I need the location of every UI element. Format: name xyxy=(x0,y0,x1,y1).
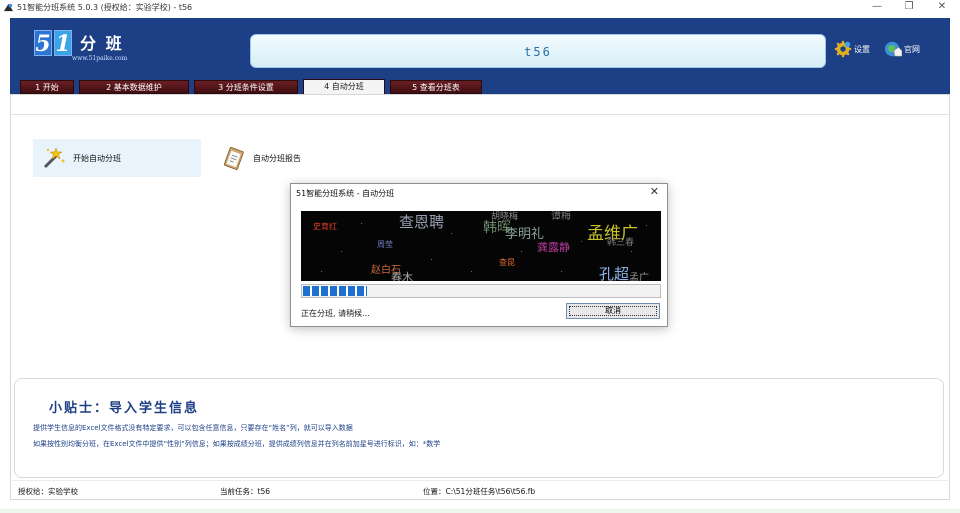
auto-assign-dialog: 51智能分班系统 - 自动分班 ✕ 史育红 查恩聘 胡晓梅 韩晖 李明礼 孟维广 周莹 龚露静… xyxy=(290,183,668,327)
sparkle-dot xyxy=(321,271,322,272)
app-icon xyxy=(3,3,14,12)
tips-panel: 小贴士：导入学生信息 提供学生信息的Excel文件格式没有特定要求，可以包含任意… xyxy=(14,378,944,478)
sparkle-dot xyxy=(581,241,582,242)
student-name: 孔超 xyxy=(599,265,630,281)
sparkle-dot xyxy=(341,251,342,252)
dialog-close-button[interactable]: ✕ xyxy=(650,185,659,198)
current-task-box: t56 xyxy=(250,34,826,68)
dialog-title: 51智能分班系统 - 自动分班 xyxy=(296,189,395,198)
gear-icon xyxy=(834,40,852,58)
settings-button[interactable]: 设置 xyxy=(834,40,870,58)
start-auto-assign-button[interactable]: 开始自动分班 xyxy=(33,139,201,177)
student-name: 龚露静 xyxy=(537,241,570,254)
dialog-status-text: 正在分班, 请稍候... xyxy=(301,309,370,318)
settings-label: 设置 xyxy=(854,44,870,54)
status-location: 位置：C:\51分班任务\t56\t56.fb xyxy=(423,487,536,496)
sparkle-dot xyxy=(431,259,432,260)
progress-bar xyxy=(301,284,661,298)
student-name: 周莹 xyxy=(377,240,393,249)
logo: 5 1 xyxy=(34,30,72,60)
sparkle-dot xyxy=(521,251,522,252)
window-title: 51智能分班系统 5.0.3 (授权给：实验学校) - t56 xyxy=(17,3,193,12)
logo-digit-1: 1 xyxy=(54,30,72,57)
status-current-task: 当前任务：t56 xyxy=(220,487,270,496)
student-name: 查恩聘 xyxy=(399,213,445,231)
tips-line-2: 如果按性别均衡分班，在Excel文件中提供“性别”列信息；如果按成绩分班，提供成… xyxy=(33,440,441,448)
student-name: 春木 xyxy=(391,271,413,281)
sparkle-dot xyxy=(471,271,472,272)
close-window-button[interactable]: ✕ xyxy=(932,1,952,12)
student-name: 谭梅 xyxy=(551,211,571,222)
start-auto-assign-label: 开始自动分班 xyxy=(73,153,121,163)
tab-auto-assign[interactable]: 4 自动分班 xyxy=(303,79,385,95)
current-task-name: t56 xyxy=(524,45,552,59)
student-names-animation: 史育红 查恩聘 胡晓梅 韩晖 李明礼 孟维广 周莹 龚露静 韩三春 赵白石 查昆 孔超 谭梅 春木 孟广 xyxy=(301,211,661,281)
logo-text: 分 班 xyxy=(80,34,124,53)
sparkle-dot xyxy=(631,251,632,252)
step-tabs: 1 开始 2 基本数据维护 3 分班条件设置 4 自动分班 5 查看分班表 xyxy=(20,79,487,95)
website-label: 官网 xyxy=(904,44,920,54)
clipboard-icon xyxy=(223,147,244,170)
tab-conditions[interactable]: 3 分班条件设置 xyxy=(194,80,298,94)
auto-assign-report-label: 自动分班报告 xyxy=(253,153,301,163)
student-name: 史育红 xyxy=(313,222,337,231)
tips-line-1: 提供学生信息的Excel文件格式没有特定要求，可以包含任意信息，只要存在“姓名”… xyxy=(33,424,353,432)
sparkle-dot xyxy=(411,225,412,226)
student-name: 孟广 xyxy=(629,273,649,281)
student-name: 韩三春 xyxy=(607,238,635,248)
status-bar: 授权给：实验学校 当前任务：t56 位置：C:\51分班任务\t56\t56.f… xyxy=(10,480,950,500)
logo-url: www.51paike.com xyxy=(72,55,128,62)
globe-home-icon xyxy=(884,41,902,57)
auto-assign-report-button[interactable]: 自动分班报告 xyxy=(213,139,353,177)
cancel-button[interactable]: 取消 xyxy=(566,303,660,319)
tab-basic-data[interactable]: 2 基本数据维护 xyxy=(79,80,189,94)
website-button[interactable]: 官网 xyxy=(884,40,920,58)
sparkle-dot xyxy=(451,233,452,234)
status-licensed: 授权给：实验学校 xyxy=(18,487,78,496)
minimize-button[interactable]: — xyxy=(867,1,887,12)
restore-button[interactable]: ❐ xyxy=(899,1,919,12)
tab-view-classes[interactable]: 5 查看分班表 xyxy=(390,80,482,94)
sparkle-dot xyxy=(561,271,562,272)
tab-start[interactable]: 1 开始 xyxy=(20,80,74,94)
logo-digit-5: 5 xyxy=(34,30,52,57)
sparkle-dot xyxy=(646,225,647,226)
student-name: 查昆 xyxy=(499,258,515,267)
magic-wand-icon xyxy=(43,147,65,169)
tips-title: 小贴士：导入学生信息 xyxy=(49,401,200,416)
progress-fill xyxy=(303,286,368,296)
window-titlebar: 51智能分班系统 5.0.3 (授权给：实验学校) - t56 — ❐ ✕ xyxy=(0,0,960,16)
sparkle-dot xyxy=(361,223,362,224)
